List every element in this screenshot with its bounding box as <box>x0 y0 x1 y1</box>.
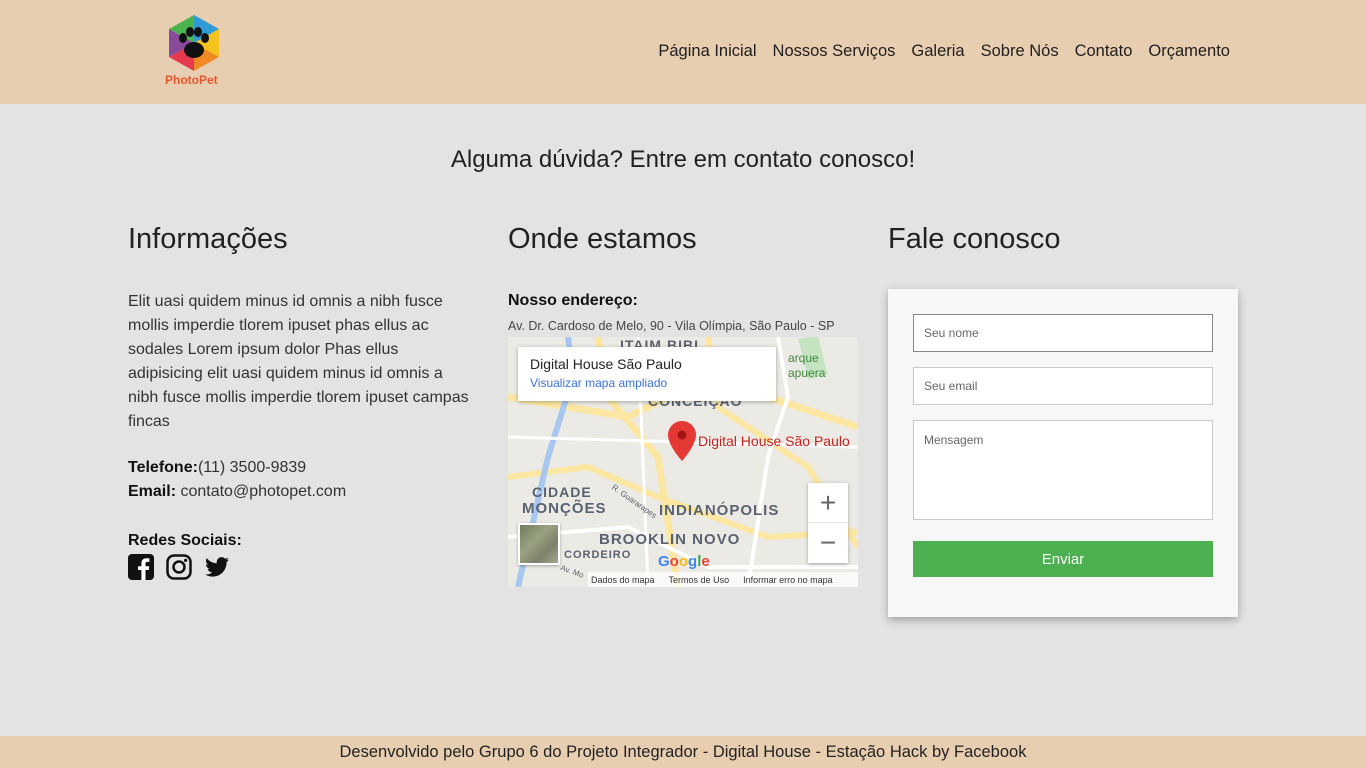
name-input[interactable] <box>913 314 1213 352</box>
nav-nossos-servicos[interactable]: Nossos Serviços <box>773 42 896 61</box>
email-label: Email: <box>128 483 177 500</box>
paw-hexagon-icon <box>169 15 219 71</box>
map-report-link[interactable]: Informar erro no mapa <box>743 575 833 585</box>
address-text: Av. Dr. Cardoso de Melo, 90 - Vila Olímp… <box>508 319 835 333</box>
instagram-icon[interactable] <box>166 554 192 580</box>
info-text: Elit uasi quidem minus id omnis a nibh f… <box>128 293 469 430</box>
satellite-toggle[interactable] <box>518 523 560 565</box>
email-value: contato@photopet.com <box>180 483 347 500</box>
social-title: Redes Sociais: <box>128 532 242 549</box>
zoom-in-button[interactable]: + <box>808 483 848 523</box>
map-zoom-controls: + − <box>808 483 848 563</box>
address-label: Nosso endereço: <box>508 292 638 309</box>
google-logo: Google <box>658 553 710 570</box>
page-headline: Alguma dúvida? Entre em contato conosco! <box>450 146 916 173</box>
map-label: apuera <box>788 366 826 380</box>
nav-sobre-nos[interactable]: Sobre Nós <box>981 42 1059 61</box>
submit-button[interactable]: Enviar <box>913 541 1213 577</box>
logo-text: PhotoPet <box>165 73 218 87</box>
map-label: arque <box>788 351 819 365</box>
phone-value: (11) 3500-9839 <box>197 459 307 476</box>
email-input[interactable] <box>913 367 1213 405</box>
map-expand-link[interactable]: Visualizar mapa ampliado <box>530 376 764 390</box>
map-label: CORDEIRO <box>564 549 632 561</box>
phone-label: Telefone: <box>128 459 198 476</box>
map-label: CIDADE <box>532 484 592 500</box>
map-data-link[interactable]: Dados do mapa <box>591 575 655 585</box>
email-line: Email: contato@photopet.com <box>128 483 346 501</box>
twitter-icon[interactable] <box>204 554 230 580</box>
map-label: BROOKLIN NOVO <box>599 531 741 548</box>
nav-orcamento[interactable]: Orçamento <box>1148 42 1230 61</box>
nav-pagina-inicial[interactable]: Página Inicial <box>658 42 756 61</box>
footer-text: Desenvolvido pelo Grupo 6 do Projeto Int… <box>339 743 1027 761</box>
phone-line: Telefone:(11) 3500-9839 <box>128 459 306 477</box>
facebook-icon[interactable] <box>128 554 154 580</box>
site-footer: Desenvolvido pelo Grupo 6 do Projeto Int… <box>0 736 1366 768</box>
map-card-title: Digital House São Paulo <box>530 356 682 372</box>
info-title: Informações <box>128 223 288 255</box>
map-pin-label: Digital House São Paulo <box>698 433 850 449</box>
site-header: PhotoPet Página Inicial Nossos Serviços … <box>0 0 1366 104</box>
social-links <box>128 554 230 580</box>
nav-contato[interactable]: Contato <box>1075 42 1133 61</box>
message-textarea[interactable] <box>913 420 1213 520</box>
photopet-logo[interactable]: PhotoPet <box>164 14 224 88</box>
map-footer: Dados do mapa Termos de Uso Informar err… <box>588 572 858 587</box>
location-title: Onde estamos <box>508 223 697 255</box>
contact-form: Enviar <box>888 289 1238 617</box>
nav-galeria[interactable]: Galeria <box>911 42 964 61</box>
zoom-out-button[interactable]: − <box>808 523 848 563</box>
embedded-map[interactable]: ITAIM BIBI CONCEIÇÃO CIDADE MONÇÕES INDI… <box>508 337 858 587</box>
map-label: MONÇÕES <box>522 500 607 517</box>
contact-form-title: Fale conosco <box>888 223 1061 255</box>
map-terms-link[interactable]: Termos de Uso <box>669 575 730 585</box>
map-info-card: Digital House São Paulo Visualizar mapa … <box>518 347 776 401</box>
map-pin-icon[interactable] <box>668 421 696 461</box>
main-nav: Página Inicial Nossos Serviços Galeria S… <box>658 42 1230 61</box>
map-label: INDIANÓPOLIS <box>659 502 780 519</box>
